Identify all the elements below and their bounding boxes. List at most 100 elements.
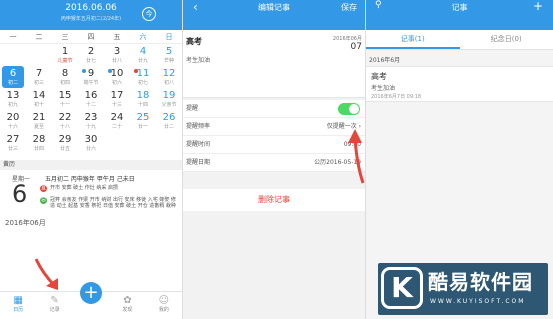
calendar-day-29[interactable]: 29 廿五 — [52, 132, 78, 154]
tab-record[interactable]: ✎ 记录 — [36, 292, 72, 319]
calendar-day-5[interactable]: 5 芒种 — [156, 44, 182, 66]
day-lunar: 端午节 — [83, 80, 99, 86]
calendar-day-14[interactable]: 14 初十 — [26, 88, 52, 110]
day-number: 7 — [35, 68, 43, 79]
weekday-label: 二 — [35, 32, 43, 41]
auspicious-list: 宜开市 安葬 破土 作灶 纳采 启攒 — [40, 185, 178, 192]
edit-icon: ✎ — [50, 295, 59, 306]
weekday-label: 日 — [165, 32, 173, 41]
calendar-empty-cell — [130, 132, 156, 154]
day-lunar: 二十 — [111, 124, 122, 130]
calendar-day-12[interactable]: 12 初八 — [156, 66, 182, 88]
note-editor[interactable]: 高考 考生加油 2016年06月 07 — [183, 30, 365, 98]
day-lunar: 廿三 — [7, 146, 18, 152]
day-lunar: 廿五 — [59, 146, 70, 152]
day-number: 6 — [9, 68, 17, 79]
day-lunar: 儿童节 — [57, 58, 73, 64]
calendar-day-19[interactable]: 19 父亲节 — [156, 88, 182, 110]
calendar-day-23[interactable]: 23 十九 — [78, 110, 104, 132]
delete-note-button[interactable]: 删除记事 — [183, 189, 365, 211]
calendar-day-8[interactable]: 8 初四 — [52, 66, 78, 88]
calendar-day-22[interactable]: 22 十八 — [52, 110, 78, 132]
tab-me[interactable]: ☺ 我的 — [146, 292, 182, 319]
tab-anniversary[interactable]: 纪念日(0) — [460, 30, 553, 49]
calendar-day-24[interactable]: 24 二十 — [104, 110, 130, 132]
day-number: 21 — [32, 112, 46, 123]
calendar-day-28[interactable]: 28 廿四 — [26, 132, 52, 154]
reminder-toggle-row[interactable]: 提醒 — [183, 100, 365, 118]
row-label: 提醒频率 — [186, 123, 211, 130]
calendar-day-30[interactable]: 30 廿六 — [78, 132, 104, 154]
day-lunar: 廿二 — [163, 124, 174, 130]
calendar-day-4[interactable]: 4 廿九 — [130, 44, 156, 66]
reminder-time-row[interactable]: 提醒时间 09:00 — [183, 136, 365, 154]
today-button[interactable]: 今 — [142, 7, 156, 21]
note-item-body: 考生加油 — [371, 85, 396, 92]
calendar-day-9[interactable]: 9 端午节 — [78, 66, 104, 88]
day-number: 22 — [58, 112, 72, 123]
inauspicious-icon: 忌 — [40, 197, 47, 204]
save-button[interactable]: 保存 — [341, 2, 357, 13]
edit-title: 编辑记事 — [258, 3, 290, 12]
reminder-date-row[interactable]: 提醒日期 公历2016-05-19 — [183, 154, 365, 172]
calendar-day-17[interactable]: 17 十三 — [104, 88, 130, 110]
event-dot-icon — [134, 69, 138, 73]
weekday-label: 五 — [113, 32, 121, 41]
note-date[interactable]: 2016年06月 07 — [333, 33, 362, 52]
calendar-day-15[interactable]: 15 十一 — [52, 88, 78, 110]
day-lunar: 初九 — [7, 102, 18, 108]
weekday-label: 一 — [9, 32, 17, 41]
tab-label: 记录 — [49, 307, 60, 313]
day-lunar: 芒种 — [163, 58, 174, 64]
weekday-label: 四 — [87, 32, 95, 41]
day-lunar: 初七 — [137, 80, 148, 86]
note-title-input[interactable]: 高考 — [186, 36, 202, 47]
calendar-day-25[interactable]: 25 廿一 — [130, 110, 156, 132]
month-header: 2016年6月 — [369, 57, 401, 64]
watermark-logo: K 酷易软件园 WWW.KUYISOFT.COM — [378, 263, 548, 315]
calendar-day-13[interactable]: 13 初九 — [0, 88, 26, 110]
almanac-panel[interactable]: 星期一 6 2016年06月 五月初二 丙申猴年 甲午月 己未日 宜开市 安葬 … — [0, 170, 182, 232]
day-lunar: 十一 — [59, 102, 70, 108]
calendar-day-27[interactable]: 27 廿三 — [0, 132, 26, 154]
calendar-day-3[interactable]: 3 廿八 — [104, 44, 130, 66]
calendar-day-21[interactable]: 21 夏至 — [26, 110, 52, 132]
add-button[interactable]: + — [80, 282, 103, 304]
list-item[interactable]: 高考 考生加油 2016年6月7日 09:18 — [366, 66, 553, 102]
calendar-day-18[interactable]: 18 十四 — [130, 88, 156, 110]
day-lunar: 十四 — [137, 102, 148, 108]
add-note-icon[interactable]: + — [533, 0, 543, 13]
day-lunar: 十二 — [85, 102, 96, 108]
calendar-day-16[interactable]: 16 十二 — [78, 88, 104, 110]
notes-screen: ⚲ 记事 + 记事(1) 纪念日(0) 2016年6月 高考 考生加油 2016… — [366, 0, 553, 319]
calendar-day-6[interactable]: 6 初二 — [2, 66, 24, 88]
row-label: 提醒 — [186, 105, 199, 112]
tab-calendar[interactable]: ▦ 日历 — [0, 292, 36, 319]
day-number: 8 — [61, 68, 69, 79]
notes-title: 记事 — [451, 3, 468, 12]
calendar-day-20[interactable]: 20 十六 — [0, 110, 26, 132]
calendar-header: 2016.06.06 丙申猴年五月初二(2/24年) 今 — [0, 0, 182, 30]
reminder-frequency-row[interactable]: 提醒频率 仅提醒一次 › — [183, 118, 365, 136]
calendar-empty-cell — [104, 132, 130, 154]
tab-add[interactable]: + — [73, 282, 109, 319]
tab-notes[interactable]: 记事(1) — [366, 30, 460, 49]
calendar-day-11[interactable]: 11 初七 — [130, 66, 156, 88]
reminder-toggle[interactable] — [338, 103, 360, 115]
calendar-day-2[interactable]: 2 廿七 — [78, 44, 104, 66]
calendar-day-7[interactable]: 7 初三 — [26, 66, 52, 88]
weekday-label: 六 — [139, 32, 147, 41]
note-body-input[interactable]: 考生加油 — [186, 55, 210, 64]
day-number: 19 — [162, 90, 176, 101]
calendar-day-26[interactable]: 26 廿二 — [156, 110, 182, 132]
day-number: 14 — [32, 90, 46, 101]
day-lunar: 十八 — [59, 124, 70, 130]
tab-discover[interactable]: ✿ 发现 — [109, 292, 145, 319]
day-lunar: 初六 — [111, 80, 122, 86]
calendar-day-10[interactable]: 10 初六 — [104, 66, 130, 88]
note-item-date: 2016年6月7日 09:18 — [371, 94, 422, 100]
day-number: 20 — [6, 112, 20, 123]
big-day: 6 — [12, 180, 28, 208]
calendar-day-1[interactable]: 1 儿童节 — [52, 44, 78, 66]
day-lunar: 初二 — [7, 80, 18, 86]
